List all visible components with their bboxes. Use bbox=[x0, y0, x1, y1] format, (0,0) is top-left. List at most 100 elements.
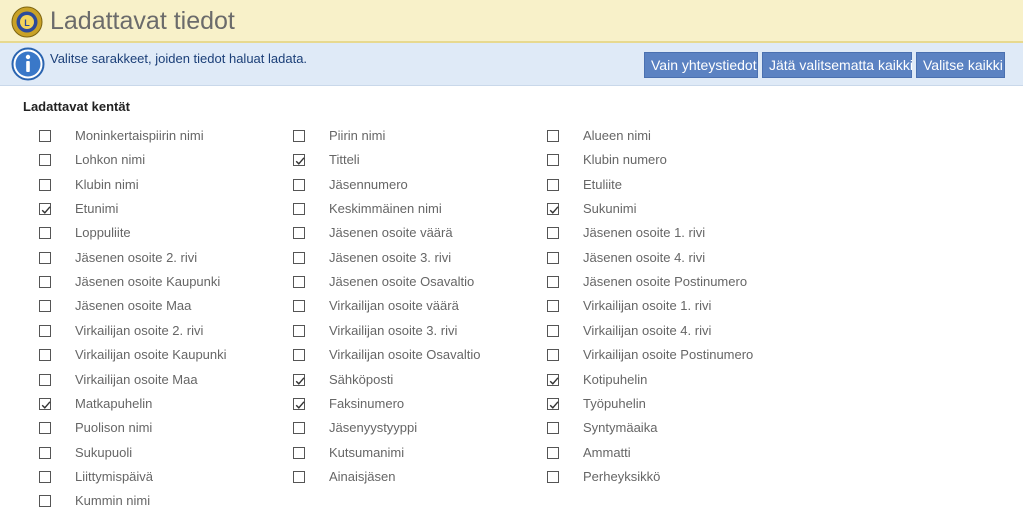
field-checkbox[interactable] bbox=[39, 471, 51, 483]
field-checkbox[interactable] bbox=[39, 349, 51, 361]
field-option[interactable]: Matkapuhelin bbox=[39, 395, 279, 415]
field-option[interactable]: Jäsenen osoite Osavaltio bbox=[293, 273, 533, 293]
field-checkbox[interactable] bbox=[39, 447, 51, 459]
field-checkbox[interactable] bbox=[39, 276, 51, 288]
field-option[interactable]: Jäsenen osoite Maa bbox=[39, 297, 279, 317]
field-option[interactable]: Liittymispäivä bbox=[39, 468, 279, 488]
field-checkbox[interactable] bbox=[293, 179, 305, 191]
field-checkbox[interactable] bbox=[293, 252, 305, 264]
field-option[interactable]: Kotipuhelin bbox=[547, 371, 787, 391]
field-checkbox[interactable] bbox=[39, 130, 51, 142]
field-checkbox[interactable] bbox=[39, 495, 51, 507]
field-checkbox[interactable] bbox=[293, 471, 305, 483]
field-checkbox[interactable] bbox=[547, 276, 559, 288]
field-checkbox[interactable] bbox=[547, 203, 559, 215]
field-option[interactable]: Syntymäaika bbox=[547, 419, 787, 439]
field-label: Jäsenen osoite 1. rivi bbox=[583, 225, 706, 240]
field-checkbox[interactable] bbox=[293, 374, 305, 386]
deselect-all-button[interactable]: Jätä valitsematta kaikki bbox=[762, 52, 913, 78]
field-option[interactable]: Sukupuoli bbox=[39, 444, 279, 464]
field-checkbox[interactable] bbox=[293, 325, 305, 337]
field-checkbox[interactable] bbox=[39, 398, 51, 410]
field-option[interactable]: Puolison nimi bbox=[39, 419, 279, 439]
field-option[interactable]: Virkailijan osoite 3. rivi bbox=[293, 322, 533, 342]
field-checkbox[interactable] bbox=[39, 422, 51, 434]
field-option[interactable]: Virkailijan osoite 4. rivi bbox=[547, 322, 787, 342]
field-option[interactable]: Lohkon nimi bbox=[39, 151, 279, 171]
field-checkbox[interactable] bbox=[293, 276, 305, 288]
contacts-only-button[interactable]: Vain yhteystiedot bbox=[644, 52, 758, 78]
field-checkbox[interactable] bbox=[547, 374, 559, 386]
field-checkbox[interactable] bbox=[547, 447, 559, 459]
field-checkbox[interactable] bbox=[293, 227, 305, 239]
field-option[interactable]: Jäsenen osoite Kaupunki bbox=[39, 273, 279, 293]
field-checkbox[interactable] bbox=[547, 179, 559, 191]
field-option[interactable]: Virkailijan osoite 2. rivi bbox=[39, 322, 279, 342]
field-checkbox[interactable] bbox=[547, 398, 559, 410]
field-checkbox[interactable] bbox=[547, 252, 559, 264]
field-option[interactable]: Virkailijan osoite väärä bbox=[293, 297, 533, 317]
field-checkbox[interactable] bbox=[293, 349, 305, 361]
field-option[interactable]: Klubin nimi bbox=[39, 176, 279, 196]
field-option[interactable]: Etunimi bbox=[39, 200, 279, 220]
field-checkbox[interactable] bbox=[293, 447, 305, 459]
field-option[interactable]: Perheyksikkö bbox=[547, 468, 787, 488]
field-option[interactable]: Virkailijan osoite Postinumero bbox=[547, 346, 787, 366]
lions-logo-icon: L bbox=[11, 6, 43, 38]
field-option[interactable]: Jäsenen osoite 1. rivi bbox=[547, 224, 787, 244]
field-checkbox[interactable] bbox=[293, 130, 305, 142]
field-option[interactable]: Jäsenen osoite väärä bbox=[293, 224, 533, 244]
field-option[interactable]: Moninkertaispiirin nimi bbox=[39, 127, 279, 147]
field-option[interactable]: Virkailijan osoite Osavaltio bbox=[293, 346, 533, 366]
field-option[interactable]: Sukunimi bbox=[547, 200, 787, 220]
field-option[interactable]: Virkailijan osoite 1. rivi bbox=[547, 297, 787, 317]
field-option[interactable]: Jäsenen osoite Postinumero bbox=[547, 273, 787, 293]
field-option[interactable]: Piirin nimi bbox=[293, 127, 533, 147]
field-option[interactable]: Jäsennumero bbox=[293, 176, 533, 196]
field-checkbox[interactable] bbox=[293, 422, 305, 434]
field-option[interactable]: Jäsenen osoite 4. rivi bbox=[547, 249, 787, 269]
field-option[interactable]: Jäsenen osoite 2. rivi bbox=[39, 249, 279, 269]
field-option[interactable]: Alueen nimi bbox=[547, 127, 787, 147]
field-option[interactable]: Jäsenen osoite 3. rivi bbox=[293, 249, 533, 269]
field-option[interactable]: Ammatti bbox=[547, 444, 787, 464]
field-option[interactable]: Loppuliite bbox=[39, 224, 279, 244]
field-option[interactable]: Klubin numero bbox=[547, 151, 787, 171]
field-option[interactable]: Etuliite bbox=[547, 176, 787, 196]
field-checkbox[interactable] bbox=[547, 130, 559, 142]
field-option[interactable]: Virkailijan osoite Maa bbox=[39, 371, 279, 391]
field-label: Titteli bbox=[329, 152, 360, 167]
field-checkbox[interactable] bbox=[293, 398, 305, 410]
field-option[interactable]: Kutsumanimi bbox=[293, 444, 533, 464]
field-option[interactable]: Faksinumero bbox=[293, 395, 533, 415]
field-checkbox[interactable] bbox=[547, 227, 559, 239]
field-checkbox[interactable] bbox=[547, 300, 559, 312]
field-checkbox[interactable] bbox=[39, 203, 51, 215]
field-checkbox[interactable] bbox=[293, 300, 305, 312]
field-option[interactable]: Sähköposti bbox=[293, 371, 533, 391]
field-checkbox[interactable] bbox=[39, 227, 51, 239]
field-option[interactable]: Keskimmäinen nimi bbox=[293, 200, 533, 220]
field-label: Puolison nimi bbox=[75, 420, 153, 435]
field-label: Virkailijan osoite 2. rivi bbox=[75, 323, 204, 338]
field-checkbox[interactable] bbox=[547, 349, 559, 361]
field-checkbox[interactable] bbox=[547, 154, 559, 166]
field-option[interactable]: Jäsenyystyyppi bbox=[293, 419, 533, 439]
field-option[interactable]: Titteli bbox=[293, 151, 533, 171]
field-checkbox[interactable] bbox=[547, 471, 559, 483]
field-checkbox[interactable] bbox=[39, 374, 51, 386]
field-checkbox[interactable] bbox=[547, 422, 559, 434]
field-option[interactable]: Kummin nimi bbox=[39, 492, 279, 512]
field-checkbox[interactable] bbox=[293, 154, 305, 166]
field-checkbox[interactable] bbox=[39, 252, 51, 264]
field-option[interactable]: Työpuhelin bbox=[547, 395, 787, 415]
field-checkbox[interactable] bbox=[39, 325, 51, 337]
field-checkbox[interactable] bbox=[39, 300, 51, 312]
field-checkbox[interactable] bbox=[39, 179, 51, 191]
field-checkbox[interactable] bbox=[547, 325, 559, 337]
field-option[interactable]: Ainaisjäsen bbox=[293, 468, 533, 488]
field-checkbox[interactable] bbox=[293, 203, 305, 215]
select-all-button[interactable]: Valitse kaikki bbox=[916, 52, 1005, 78]
field-checkbox[interactable] bbox=[39, 154, 51, 166]
field-option[interactable]: Virkailijan osoite Kaupunki bbox=[39, 346, 279, 366]
